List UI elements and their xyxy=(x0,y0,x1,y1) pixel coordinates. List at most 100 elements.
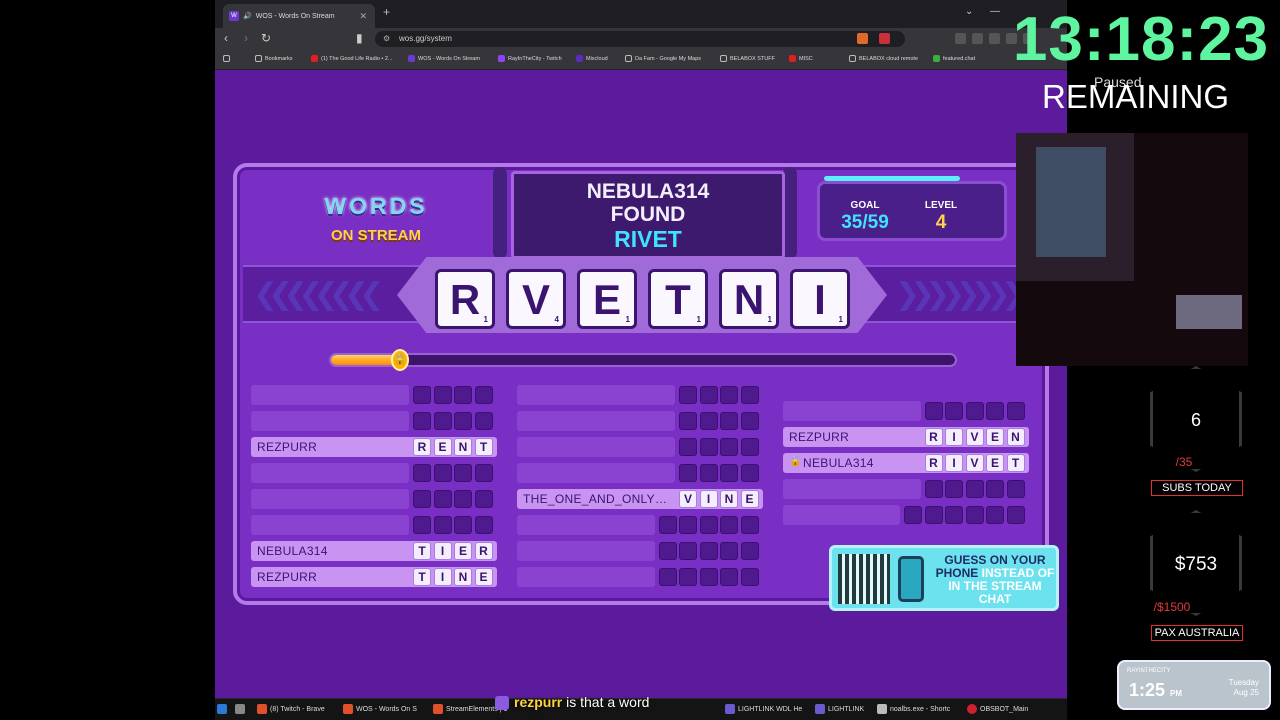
new-tab-icon[interactable]: + xyxy=(383,5,390,19)
subs-goal: /35 xyxy=(1175,455,1193,469)
word-row: THE_ONE_AND_ONLY… V I N E xyxy=(517,489,763,509)
bookmark-item[interactable]: Mixcloud xyxy=(576,55,608,62)
tile-points: 1 xyxy=(625,315,630,324)
qr-code[interactable] xyxy=(838,554,890,604)
empty-square xyxy=(740,412,759,430)
qr-banner[interactable]: GUESS ON YOUR PHONE INSTEAD OF IN THE ST… xyxy=(829,545,1059,611)
goal-label: GOAL xyxy=(850,200,880,211)
bookmark-item[interactable]: BELABOX cloud remote xyxy=(849,55,918,62)
sidebar-icon[interactable] xyxy=(972,33,983,44)
wos-favicon-icon: W xyxy=(229,11,239,21)
letter-square: I xyxy=(945,454,963,472)
site-info-icon[interactable]: ⚙ xyxy=(383,31,390,47)
empty-square xyxy=(433,386,452,404)
empty-square xyxy=(945,402,963,420)
taskbar-app-icon[interactable] xyxy=(235,704,245,714)
empty-row-bg xyxy=(517,385,675,405)
letter-square: E xyxy=(433,438,452,456)
found-label: FOUND xyxy=(610,203,686,226)
bookmark-item[interactable]: MISC xyxy=(789,55,813,62)
word-row xyxy=(517,385,763,405)
word-row xyxy=(783,505,1029,525)
url-bar[interactable]: ⚙ wos.gg/system xyxy=(375,31,905,47)
taskbar-item[interactable]: LIGHTLINK WDL He xyxy=(725,704,802,714)
letter-tile: R1 xyxy=(435,269,495,329)
empty-square xyxy=(699,568,718,586)
forward-icon[interactable]: › xyxy=(244,31,248,45)
empty-square xyxy=(904,506,922,524)
speaker-icon[interactable]: 🔊 xyxy=(243,12,252,20)
tab-title: WOS - Words On Stream xyxy=(255,12,335,20)
goal-bar xyxy=(824,176,960,181)
empty-square xyxy=(454,464,472,482)
bookmark-item[interactable]: BELABOX STUFF xyxy=(720,55,775,62)
empty-square xyxy=(658,516,677,534)
close-tab-icon[interactable]: ✕ xyxy=(359,11,367,22)
letter-tile: E1 xyxy=(577,269,637,329)
empty-square xyxy=(1006,506,1025,524)
empty-square xyxy=(699,516,718,534)
empty-square xyxy=(474,464,493,482)
brave-rewards-icon[interactable] xyxy=(879,33,890,44)
clock-date: Tuesday Aug 25 xyxy=(1228,678,1259,697)
empty-square xyxy=(474,386,493,404)
letter-square: E xyxy=(986,454,1004,472)
finder-name: REZPURR xyxy=(789,430,850,444)
empty-square xyxy=(965,402,984,420)
empty-square xyxy=(1006,480,1025,498)
phone-icon xyxy=(898,556,924,602)
empty-square xyxy=(720,516,738,534)
letter-square: E xyxy=(986,428,1004,446)
empty-square xyxy=(433,412,452,430)
empty-square xyxy=(679,386,697,404)
bookmark-item[interactable]: RayInTheCity - Twitch xyxy=(498,55,562,62)
letter-square: I xyxy=(699,490,718,508)
word-row xyxy=(517,437,763,457)
bookmark-item[interactable]: featured.chat xyxy=(933,55,975,62)
word-row xyxy=(783,479,1029,499)
back-icon[interactable]: ‹ xyxy=(224,31,228,45)
empty-square xyxy=(740,568,759,586)
chevron-down-icon[interactable]: ⌄ xyxy=(965,6,973,17)
empty-square xyxy=(945,480,963,498)
chat-message: rezpurr is that a word xyxy=(514,694,649,710)
taskbar-edge-icon[interactable] xyxy=(217,704,227,714)
word-row xyxy=(517,541,763,561)
reload-icon[interactable]: ↻ xyxy=(261,31,271,45)
brave-shield-icon[interactable] xyxy=(857,33,868,44)
bookmark-item[interactable]: Da Fam - Google My Maps xyxy=(625,55,701,62)
bookmark-item[interactable]: WOS - Words On Stream xyxy=(408,55,480,62)
empty-square xyxy=(413,386,431,404)
empty-square xyxy=(720,412,738,430)
bookmark-icon[interactable]: ▮ xyxy=(356,31,363,45)
media-icon[interactable] xyxy=(955,33,966,44)
empty-square xyxy=(474,412,493,430)
empty-square xyxy=(658,542,677,560)
countdown-timer: 13:18:23 xyxy=(1012,5,1270,74)
empty-square xyxy=(679,516,697,534)
minimize-icon[interactable]: — xyxy=(990,6,1000,17)
tab-wos[interactable]: W 🔊 WOS - Words On Stream ✕ xyxy=(223,4,375,28)
apps-icon[interactable] xyxy=(223,55,230,62)
taskbar-item[interactable]: (8) Twitch - Brave xyxy=(257,704,325,714)
empty-square xyxy=(413,490,431,508)
empty-square xyxy=(699,464,718,482)
taskbar-item[interactable]: noalbs.exe - Shortc xyxy=(877,704,950,714)
bookmark-item[interactable]: (1) The Good Life Radio • 2... xyxy=(311,55,393,62)
chevrons-left: ❮❮❮❮❮❮❮❮ xyxy=(253,278,384,311)
wallet-icon[interactable] xyxy=(989,33,1000,44)
taskbar-item[interactable]: LIGHTLINK xyxy=(815,704,864,714)
url-text: wos.gg/system xyxy=(399,34,452,43)
letter-tile: N1 xyxy=(719,269,779,329)
word-row: NEBULA314 🔒 R I V E T xyxy=(783,453,1029,473)
empty-row-bg xyxy=(251,463,409,483)
chat-user: rezpurr xyxy=(514,694,563,710)
bookmark-item[interactable]: Bookmarks xyxy=(255,55,293,62)
taskbar-item[interactable]: OBSBOT_Main xyxy=(967,704,1028,714)
taskbar-item[interactable]: WOS - Words On S xyxy=(343,704,417,714)
empty-square xyxy=(986,480,1004,498)
empty-square xyxy=(965,506,984,524)
lock-icon: 🔒 xyxy=(391,349,409,371)
letter-tile: T1 xyxy=(648,269,708,329)
clock-header: RAYINTHECITY xyxy=(1127,668,1171,674)
